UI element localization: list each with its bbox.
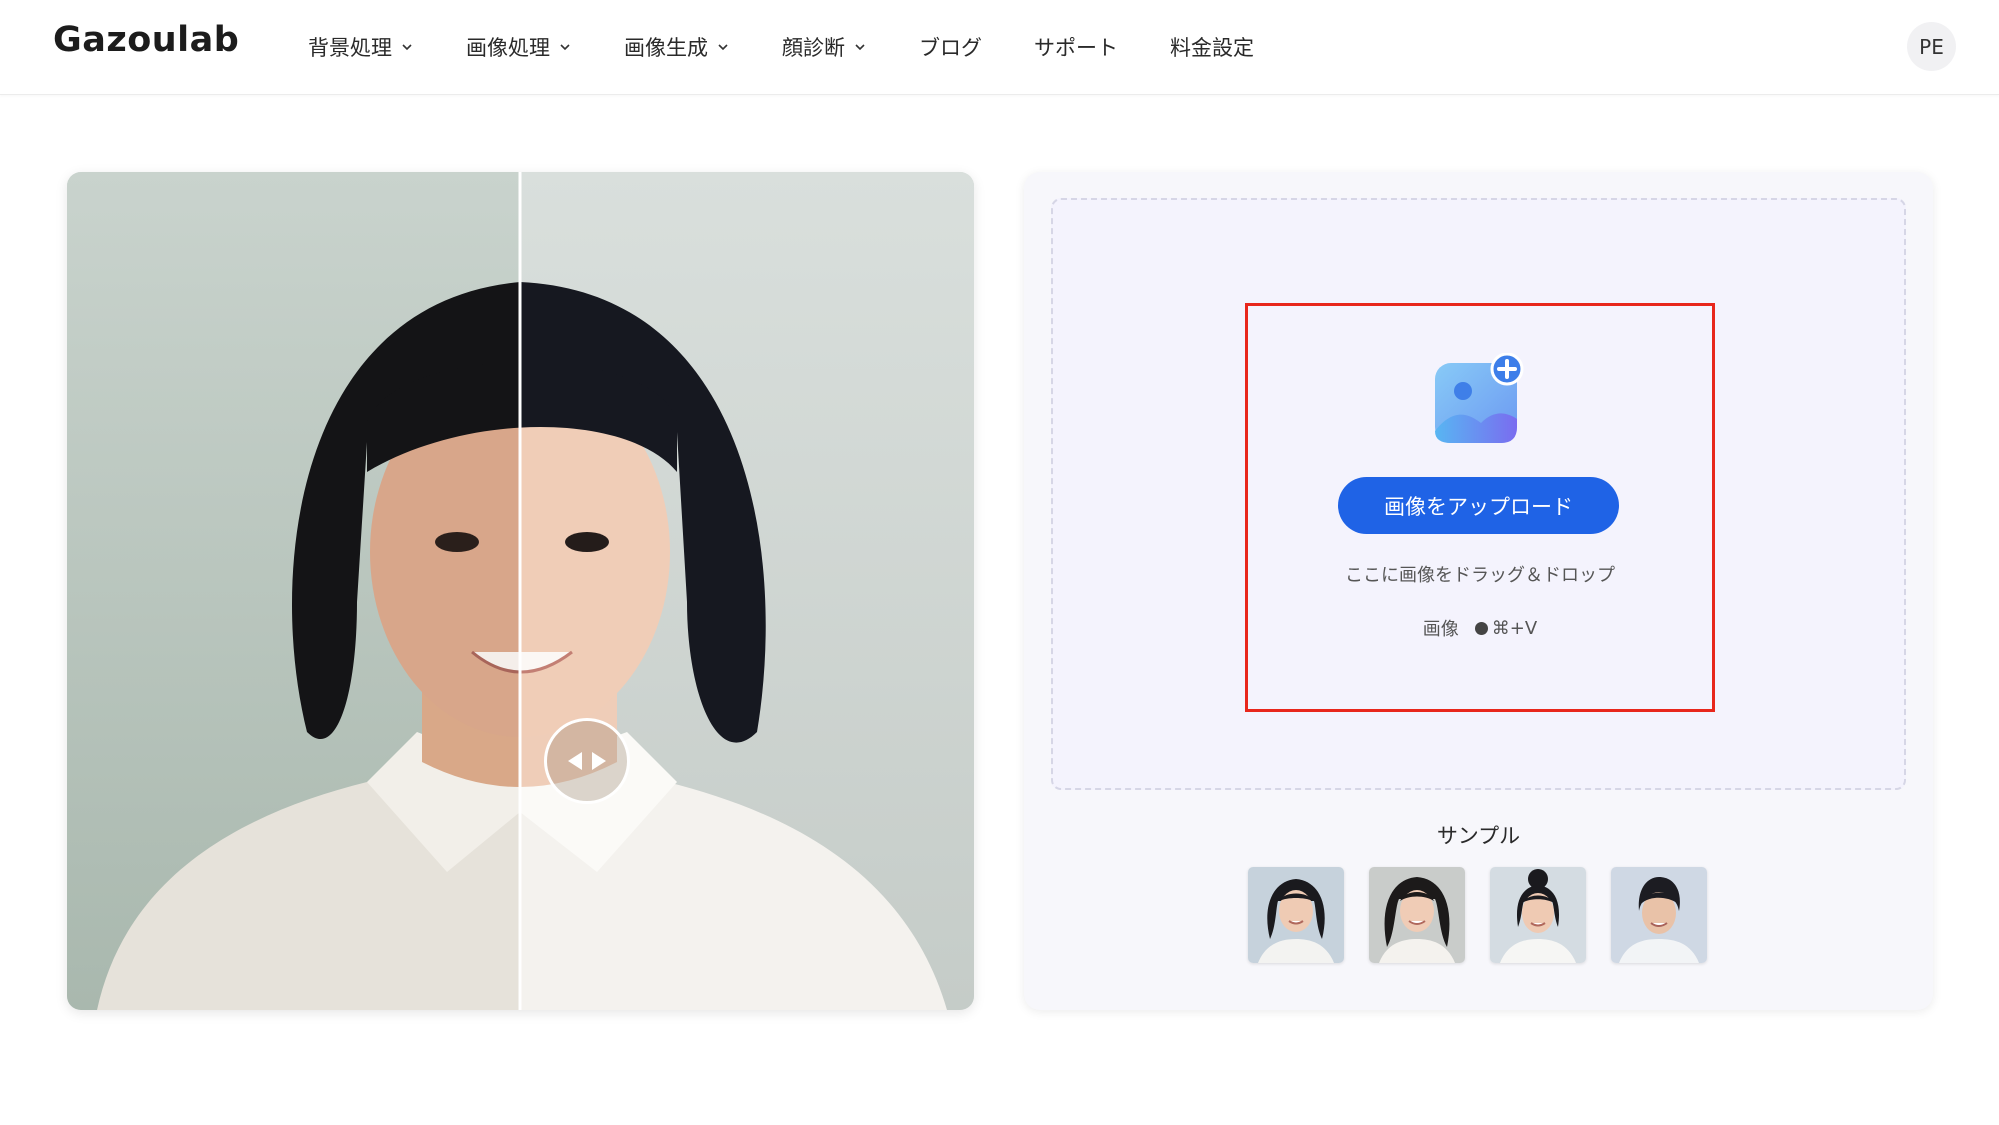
paste-shortcut-hint: 画像 ⌘+V [1245,615,1715,641]
nav-item-label: 料金設定 [1170,36,1254,60]
paste-shortcut: ⌘+V [1491,617,1538,639]
sample-portrait-image [1248,867,1344,963]
sample-thumbnail-3[interactable] [1490,867,1586,963]
nav-item-pricing[interactable]: 料金設定 [1170,32,1254,62]
portrait-image [67,172,974,1010]
nav-item-support[interactable]: サポート [1034,32,1118,62]
image-add-icon[interactable] [1433,353,1525,447]
avatar[interactable]: PE [1907,22,1956,71]
sample-portrait-image [1490,867,1586,963]
chevron-down-icon [855,44,865,51]
nav-item-image-processing[interactable]: 画像処理 [466,32,572,62]
nav-item-face-diagnosis[interactable]: 顔診断 [782,32,867,62]
nav-item-label: 画像生成 [624,36,708,60]
nav-item-background[interactable]: 背景処理 [308,32,414,62]
sample-thumbnail-1[interactable] [1248,867,1344,963]
chevron-down-icon [560,44,570,51]
sample-thumbnail-2[interactable] [1369,867,1465,963]
nav-item-label: 画像処理 [466,36,550,60]
nav-item-label: 顔診断 [782,36,845,60]
logo[interactable]: Gazoulab [53,20,239,60]
sample-thumbnails [1248,867,1732,963]
nav-item-image-generation[interactable]: 画像生成 [624,32,730,62]
nav-item-label: 背景処理 [308,36,392,60]
nav-item-label: サポート [1034,36,1118,60]
sample-portrait-image [1369,867,1465,963]
drag-drop-hint: ここに画像をドラッグ＆ドロップ [1345,565,1615,586]
chevron-down-icon [718,44,728,51]
main-nav: 背景処理 画像処理 画像生成 顔診断 ブログ サポート 料金設定 [308,0,1306,94]
clipboard-dot-icon [1474,621,1488,635]
sample-thumbnail-4[interactable] [1611,867,1707,963]
sample-title: サンプル [1436,824,1521,848]
sample-portrait-image [1611,867,1707,963]
compare-slider-handle[interactable] [544,718,630,804]
chevron-down-icon [402,44,412,51]
upload-image-button[interactable]: 画像をアップロード [1338,477,1619,534]
left-right-arrows-icon [568,752,606,770]
top-nav-bar: Gazoulab 背景処理 画像処理 画像生成 顔診断 ブログ サポート 料金設… [0,0,1999,95]
paste-label: 画像 [1422,619,1459,640]
nav-item-blog[interactable]: ブログ [919,32,982,62]
nav-item-label: ブログ [919,36,982,60]
before-after-comparison[interactable] [67,172,974,1010]
